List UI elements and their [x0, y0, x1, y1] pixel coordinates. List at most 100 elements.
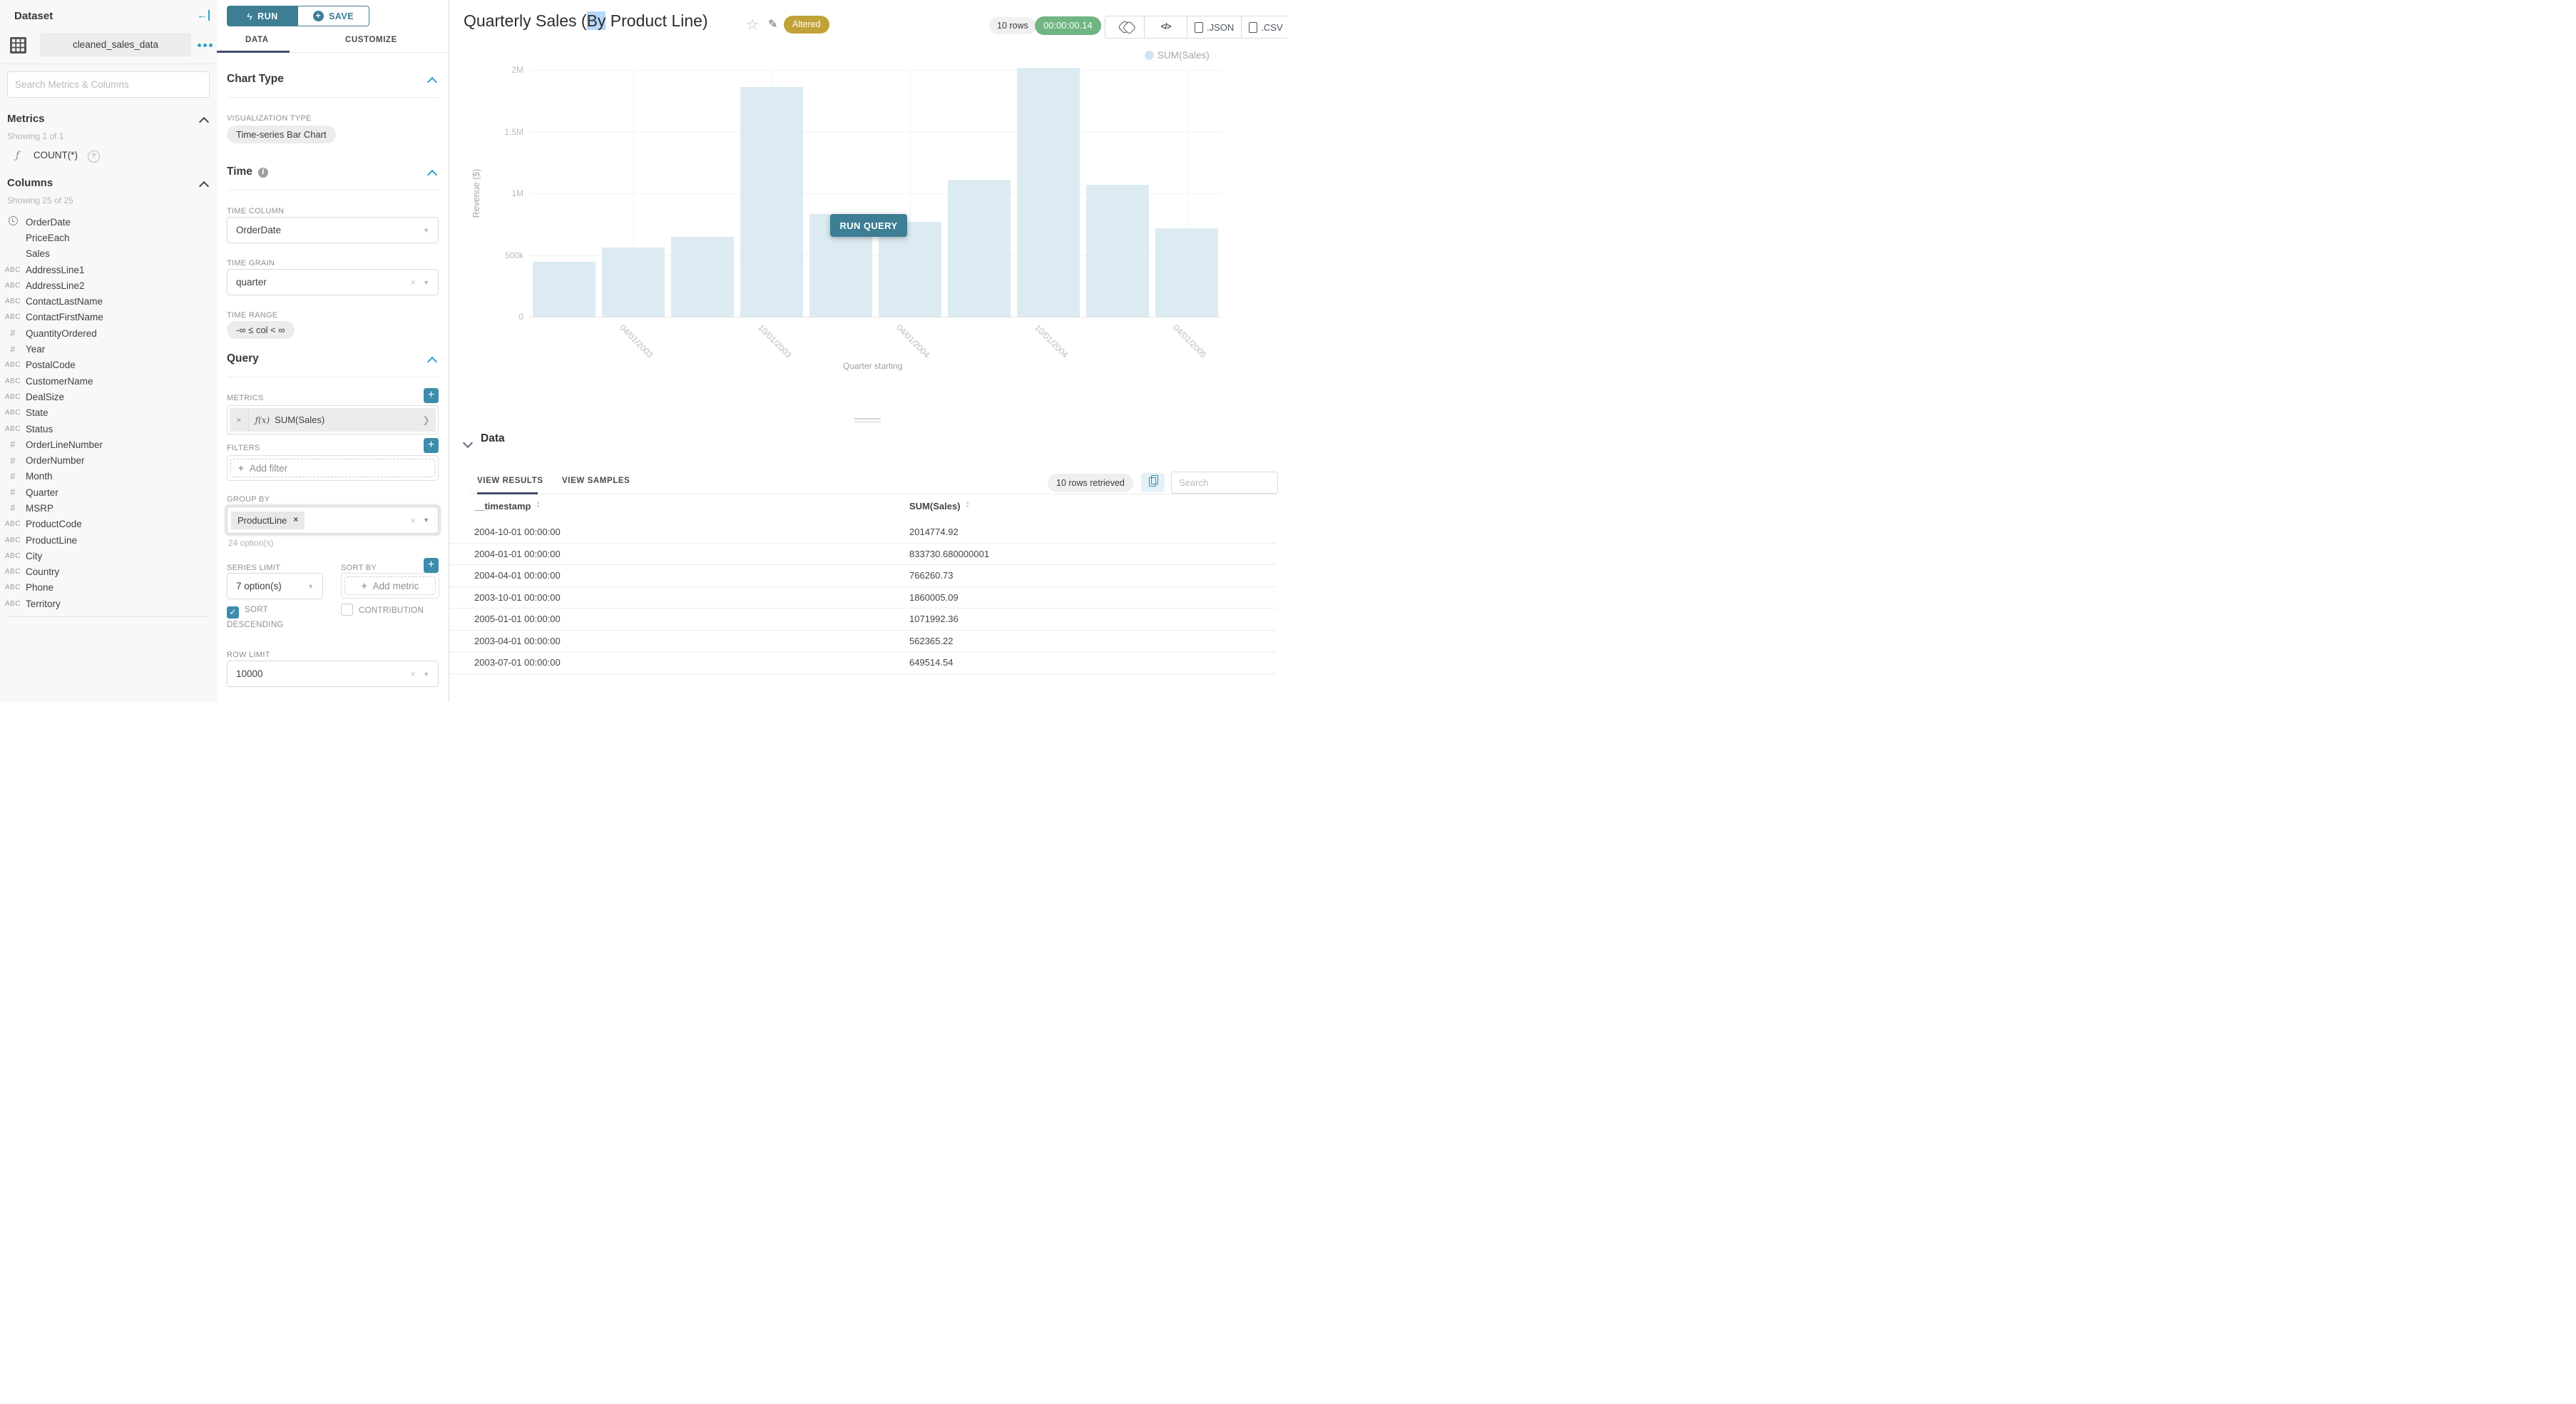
- export-json-button[interactable]: .JSON: [1187, 16, 1242, 38]
- column-item[interactable]: ABCTerritory: [0, 596, 217, 611]
- bar: [1017, 68, 1080, 317]
- column-item[interactable]: ABCDealSize: [0, 389, 217, 405]
- chart-actions-toolbar: </> .JSON .CSV ≡: [1105, 16, 1288, 39]
- column-item[interactable]: ABCCountry: [0, 564, 217, 580]
- column-item[interactable]: #Quarter: [0, 484, 217, 500]
- group-by-select[interactable]: ProductLine × × ▼: [227, 507, 439, 534]
- clear-icon[interactable]: ×: [410, 277, 416, 288]
- tab-view-samples[interactable]: VIEW SAMPLES: [562, 477, 630, 485]
- column-item[interactable]: ABCStatus: [0, 421, 217, 437]
- row-limit-select[interactable]: 10000 × ▼: [227, 661, 439, 687]
- metrics-showing-count: Showing 1 of 1: [7, 131, 63, 141]
- column-item[interactable]: #MSRP: [0, 500, 217, 516]
- tab-customize[interactable]: CUSTOMIZE: [345, 36, 397, 44]
- metrics-collapse-icon[interactable]: [199, 117, 209, 127]
- columns-collapse-icon[interactable]: [199, 181, 209, 191]
- column-item[interactable]: ABCAddressLine1: [0, 262, 217, 278]
- table-row: 2004-10-01 00:00:002014774.92: [449, 522, 1277, 544]
- save-button[interactable]: + SAVE: [298, 6, 369, 26]
- column-item[interactable]: #OrderNumber: [0, 452, 217, 468]
- add-filter-button[interactable]: +: [424, 438, 439, 453]
- data-search-input[interactable]: [1171, 472, 1278, 494]
- clear-icon[interactable]: ×: [410, 515, 416, 526]
- chart-title[interactable]: Quarterly Sales (By Product Line): [464, 11, 708, 31]
- column-header-timestamp[interactable]: __timestamp▲▼: [474, 501, 541, 512]
- metric-help-icon[interactable]: ?: [88, 151, 100, 163]
- share-link-button[interactable]: [1105, 16, 1145, 38]
- embed-code-button[interactable]: </>: [1145, 16, 1187, 38]
- query-collapse-icon[interactable]: [427, 357, 437, 367]
- edit-title-icon[interactable]: ✎: [768, 17, 777, 31]
- column-item[interactable]: ABCContactFirstName: [0, 310, 217, 325]
- column-item[interactable]: ABCProductLine: [0, 532, 217, 548]
- time-collapse-icon[interactable]: [427, 170, 437, 180]
- add-filter-dropzone[interactable]: + Add filter: [230, 459, 435, 477]
- column-item[interactable]: #Month: [0, 469, 217, 484]
- table-row: 2004-01-01 00:00:00833730.680000001: [449, 544, 1277, 566]
- y-axis-tick-label: 2M: [476, 65, 523, 75]
- column-item-label: Year: [26, 344, 45, 355]
- column-item[interactable]: ABCPhone: [0, 580, 217, 596]
- add-metric-button[interactable]: +: [424, 388, 439, 403]
- column-item[interactable]: ABCCustomerName: [0, 373, 217, 389]
- sort-descending-control[interactable]: ✓SORT DESCENDING: [227, 604, 321, 631]
- collapse-panel-icon[interactable]: ←: [197, 10, 210, 21]
- tab-view-results[interactable]: VIEW RESULTS: [477, 477, 543, 485]
- column-item[interactable]: PriceEach: [0, 230, 217, 245]
- run-query-button[interactable]: RUN QUERY: [830, 214, 907, 237]
- clear-icon[interactable]: ×: [410, 668, 416, 679]
- dataset-name[interactable]: cleaned_sales_data: [40, 33, 191, 56]
- column-item[interactable]: OrderDate: [0, 214, 217, 230]
- column-item[interactable]: #QuantityOrdered: [0, 325, 217, 341]
- copy-data-button[interactable]: [1141, 473, 1165, 492]
- column-item[interactable]: Sales: [0, 246, 217, 262]
- add-sort-metric-button[interactable]: +: [424, 558, 439, 573]
- contribution-control[interactable]: CONTRIBUTION: [341, 604, 448, 616]
- column-header-sum-sales[interactable]: SUM(Sales)▲▼: [909, 501, 970, 512]
- column-item-label: City: [26, 551, 42, 561]
- column-item[interactable]: ABCContactLastName: [0, 293, 217, 309]
- column-item[interactable]: ABCProductCode: [0, 517, 217, 532]
- series-limit-select[interactable]: 7 option(s) ▼: [227, 573, 323, 599]
- column-item[interactable]: ABCState: [0, 405, 217, 421]
- sort-descending-checkbox[interactable]: ✓: [227, 606, 239, 619]
- favorite-star-icon[interactable]: ☆: [746, 16, 759, 34]
- column-type-icon: ABC: [0, 266, 26, 274]
- export-csv-button[interactable]: .CSV: [1242, 16, 1288, 38]
- column-item[interactable]: #OrderLineNumber: [0, 437, 217, 452]
- column-item[interactable]: #Year: [0, 341, 217, 357]
- viz-type-value[interactable]: Time-series Bar Chart: [227, 126, 336, 143]
- column-item[interactable]: ABCCity: [0, 548, 217, 564]
- column-item[interactable]: ABCAddressLine2: [0, 278, 217, 293]
- metric-pill[interactable]: × ƒ(x) SUM(Sales) ❯: [230, 408, 436, 432]
- panel-resize-handle[interactable]: [854, 418, 881, 424]
- metric-item[interactable]: ƒ COUNT(*) ?: [16, 150, 100, 163]
- column-item[interactable]: ABCPostalCode: [0, 357, 217, 373]
- tab-data[interactable]: DATA: [245, 36, 269, 44]
- search-metrics-columns-input[interactable]: [7, 71, 210, 98]
- run-button[interactable]: ϟ RUN: [227, 6, 298, 26]
- divider: [227, 97, 439, 98]
- x-axis-tick-label: 10/01/2003: [756, 322, 793, 360]
- altered-badge[interactable]: Altered: [784, 16, 829, 34]
- superset-explore-page: Dataset ← cleaned_sales_data Metrics Sho…: [0, 0, 1288, 702]
- dataset-panel-title: Dataset: [14, 10, 53, 22]
- data-panel-collapse-icon[interactable]: [463, 438, 473, 448]
- time-range-value[interactable]: -∞ ≤ col < ∞: [227, 321, 295, 339]
- chart-legend[interactable]: SUM(Sales): [1145, 50, 1210, 61]
- chart-type-collapse-icon[interactable]: [427, 77, 437, 87]
- data-panel-title[interactable]: Data: [481, 432, 505, 445]
- time-column-select[interactable]: OrderDate ▼: [227, 217, 439, 243]
- sort-icon[interactable]: ▲▼: [536, 501, 540, 509]
- sort-icon[interactable]: ▲▼: [966, 501, 970, 509]
- contribution-checkbox[interactable]: [341, 604, 353, 616]
- column-item-label: Territory: [26, 599, 61, 609]
- series-limit-label: SERIES LIMIT: [227, 564, 280, 572]
- add-sort-metric-dropzone[interactable]: + Add metric: [344, 576, 436, 595]
- y-axis-tick-label: 1.5M: [476, 127, 523, 137]
- group-by-chip[interactable]: ProductLine ×: [231, 512, 305, 529]
- remove-chip-icon[interactable]: ×: [293, 516, 298, 524]
- remove-metric-icon[interactable]: ×: [230, 408, 249, 432]
- time-grain-select[interactable]: quarter × ▼: [227, 269, 439, 295]
- dataset-more-options-icon[interactable]: [198, 44, 213, 47]
